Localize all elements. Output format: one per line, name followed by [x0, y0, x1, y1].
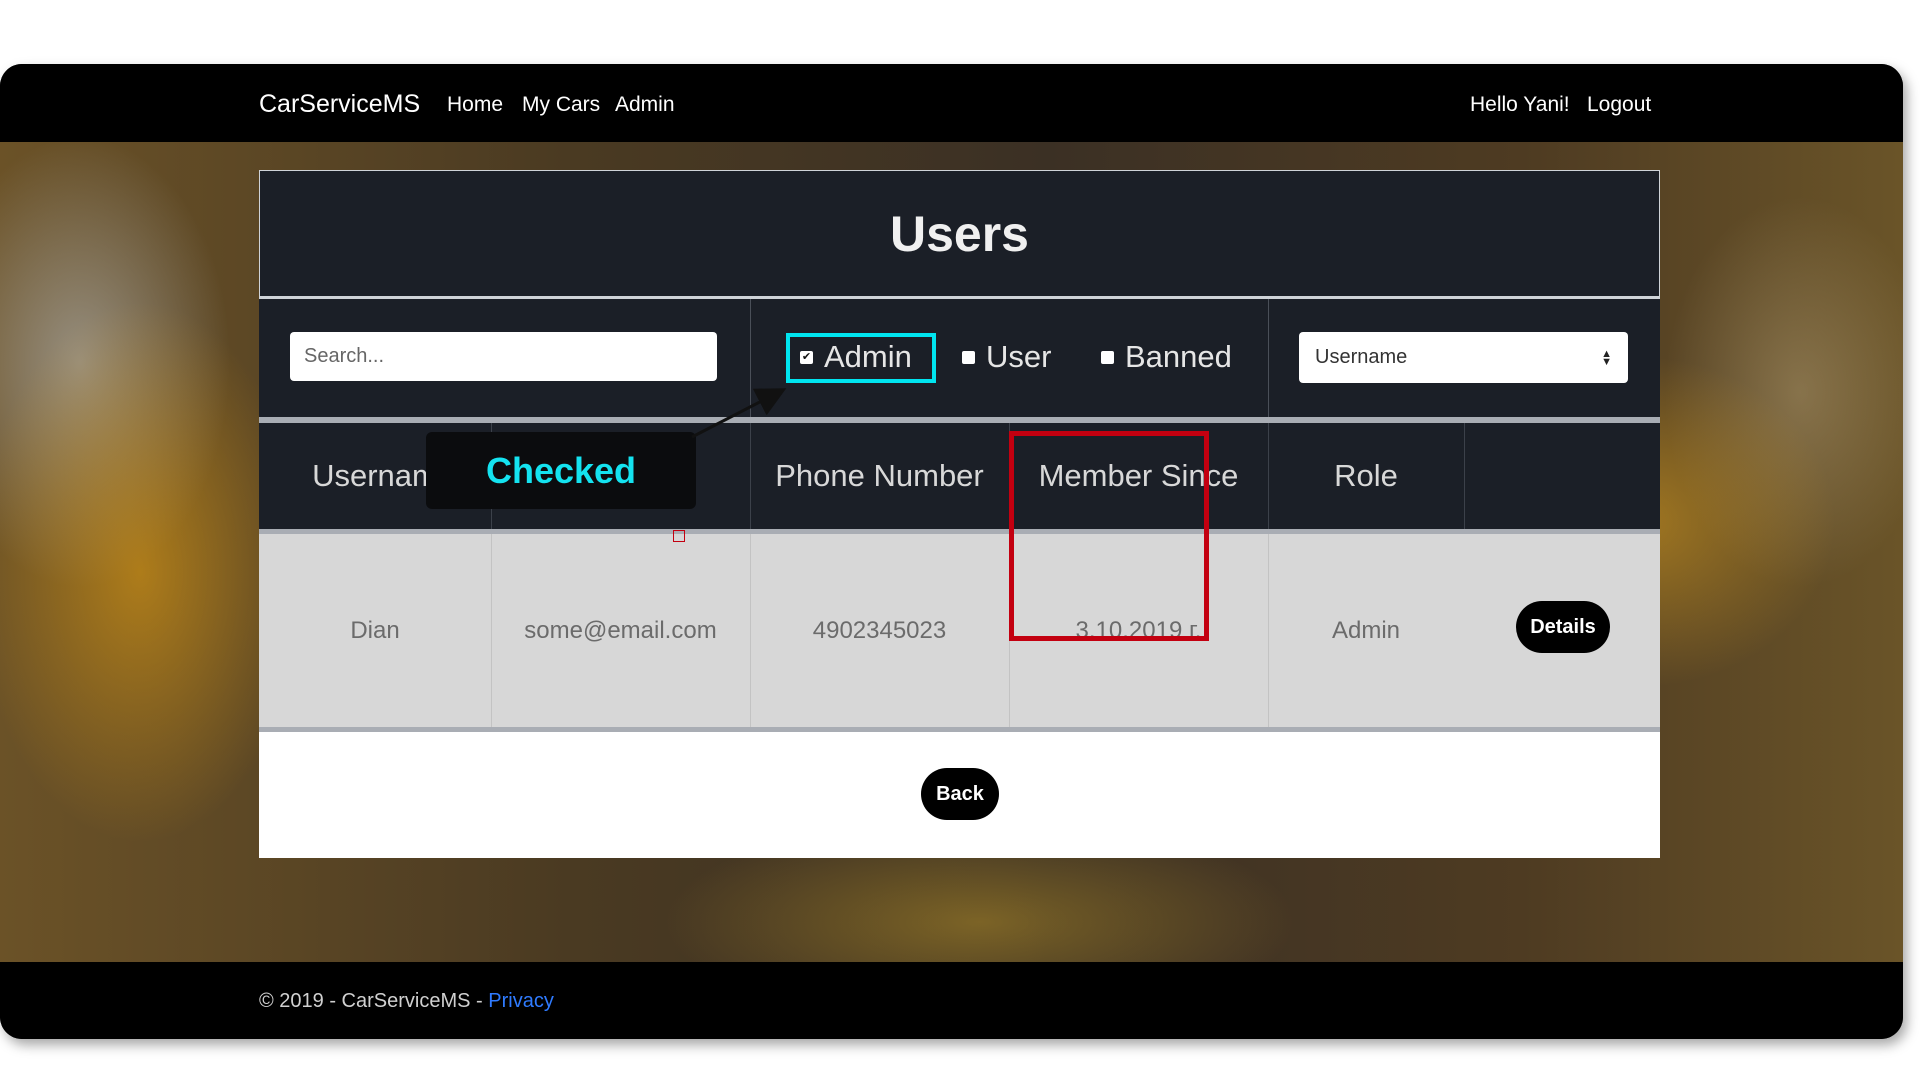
select-arrows-icon: ▲ ▼: [1601, 347, 1612, 368]
privacy-link[interactable]: Privacy: [488, 990, 554, 1012]
filter-bar: ✔ Admin User Banned Username ▲▼: [259, 297, 1660, 417]
table-row: Dian some@email.com 4902345023 3.10.2019…: [259, 529, 1660, 732]
filter-user-checkbox[interactable]: User: [962, 335, 1051, 379]
greeting-link[interactable]: Hello Yani!: [1470, 93, 1570, 117]
copyright-text: © 2019 - CarServiceMS -: [259, 990, 489, 1012]
checkbox-empty-icon: [962, 350, 975, 364]
sort-select[interactable]: Username ▲ ▼: [1299, 332, 1628, 383]
filter-user-label: User: [986, 339, 1052, 374]
filter-divider: [750, 299, 751, 417]
browser-window: CarServiceMS Home My Cars Admin Hello Ya…: [0, 64, 1903, 1039]
cell-username: Dian: [350, 616, 400, 644]
nav-admin[interactable]: Admin: [615, 93, 675, 117]
admin-highlight-box: [786, 333, 936, 383]
top-navbar: CarServiceMS Home My Cars Admin Hello Ya…: [0, 64, 1903, 142]
small-marker-box: [673, 530, 685, 542]
users-panel: Users ✔ Admin User Banned Username ▲▼: [259, 170, 1660, 858]
brand-link[interactable]: CarServiceMS: [259, 90, 420, 119]
filter-banned-label: Banned: [1125, 339, 1232, 374]
page-title: Users: [259, 170, 1660, 297]
back-button[interactable]: Back: [921, 768, 999, 820]
details-button[interactable]: Details: [1516, 601, 1610, 653]
search-input[interactable]: [290, 332, 717, 381]
header-role: Role: [1334, 458, 1398, 493]
checkbox-empty-icon: [1101, 350, 1114, 364]
nav-home[interactable]: Home: [447, 93, 503, 117]
cell-role: Admin: [1331, 616, 1401, 644]
filter-divider: [1268, 299, 1269, 417]
header-actions: [1464, 423, 1660, 529]
sort-select-value: Username: [1315, 346, 1408, 368]
page-footer: © 2019 - CarServiceMS - Privacy: [0, 962, 1903, 1039]
checked-callout: Checked: [426, 432, 696, 509]
cell-email: some@email.com: [524, 616, 717, 644]
logout-link[interactable]: Logout: [1587, 93, 1651, 117]
cell-phone: 4902345023: [812, 616, 947, 644]
role-highlight-box: [1009, 431, 1209, 641]
header-phone-number: Phone Number: [775, 458, 984, 493]
filter-banned-checkbox[interactable]: Banned: [1101, 335, 1232, 379]
footer-text: © 2019 - CarServiceMS - Privacy: [259, 990, 554, 1013]
panel-footer: Back: [259, 732, 1660, 858]
nav-my-cars[interactable]: My Cars: [522, 93, 600, 117]
